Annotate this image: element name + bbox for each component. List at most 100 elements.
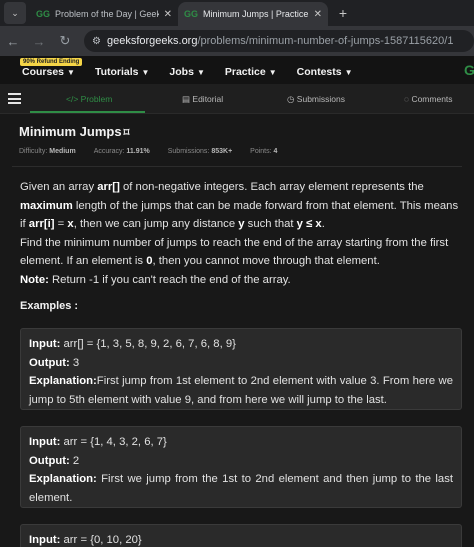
hamburger-menu-icon[interactable] <box>8 93 21 104</box>
example-explanation: Explanation: First we jump from the 1st … <box>29 470 453 507</box>
example-input: Input: arr = {0, 10, 20} <box>29 531 453 547</box>
tab-editorial[interactable]: ▤ Editorial <box>182 94 223 105</box>
gfg-favicon-icon: GG <box>36 9 51 19</box>
input-label: Input: <box>29 534 61 546</box>
close-icon[interactable]: ✕ <box>164 9 172 20</box>
example-input: Input: arr = {1, 4, 3, 2, 6, 7} <box>29 433 453 452</box>
url-input[interactable]: ⚙ geeksforgeeks.org/problems/minimum-num… <box>84 30 474 52</box>
points: Points: 4 <box>250 148 277 155</box>
tab-problem[interactable]: </> Problem <box>66 94 112 104</box>
input-label: Input: <box>29 338 61 350</box>
active-tab-indicator <box>30 111 145 113</box>
chevron-down-icon: ▼ <box>67 68 75 77</box>
tab-search-button[interactable]: ⌄ <box>4 2 26 24</box>
text: such that <box>244 218 297 230</box>
input-value: arr[] = {1, 3, 5, 8, 9, 2, 6, 7, 6, 8, 9… <box>60 338 236 350</box>
accuracy: Accuracy: 11.91% <box>94 148 150 155</box>
new-tab-button[interactable]: + <box>332 2 354 24</box>
problem-title: Minimum Jumps <box>19 124 122 139</box>
nav-courses[interactable]: Courses ▼ <box>22 66 75 78</box>
nav-label: Contests <box>296 66 342 78</box>
text: . <box>321 218 325 230</box>
accuracy-value: 11.91% <box>126 148 150 155</box>
text: of non-negative integers. Each array ele… <box>119 181 424 193</box>
submissions-value: 853K+ <box>211 148 233 155</box>
text: Given an array <box>20 181 98 193</box>
chevron-down-icon: ▼ <box>268 68 277 77</box>
difficulty: Difficulty: Medium <box>19 148 76 155</box>
close-icon[interactable]: ✕ <box>314 9 322 20</box>
site-nav: 90% Refund Ending Courses ▼ Tutorials ▼ Jo… <box>0 56 474 84</box>
comment-icon: ◌ <box>404 94 410 104</box>
forward-arrow-icon[interactable]: → <box>32 34 46 49</box>
explanation-label: Explanation: <box>29 375 97 387</box>
tab-comments[interactable]: ◌ Comments <box>404 94 453 104</box>
gfg-favicon-icon: GG <box>184 9 199 19</box>
nav-practice[interactable]: Practice ▼ <box>225 66 277 78</box>
bookmark-icon[interactable]: ⌑ <box>124 127 130 139</box>
text-bold: arr[] <box>97 181 120 193</box>
input-label: Input: <box>29 436 61 448</box>
example-box: Input: arr = {0, 10, 20} <box>20 524 462 547</box>
output-label: Output: <box>29 356 70 369</box>
points-value: 4 <box>273 148 278 155</box>
example-box: Input: arr[] = {1, 3, 5, 8, 9, 2, 6, 7, … <box>20 328 462 410</box>
problem-meta: Difficulty: Medium Accuracy: 11.91% Subm… <box>19 148 277 155</box>
nav-jobs[interactable]: Jobs ▼ <box>169 66 204 78</box>
reload-icon[interactable]: ↻ <box>58 33 72 49</box>
submissions-count: Submissions: 853K+ <box>168 148 232 155</box>
code-icon: </> <box>66 94 79 104</box>
chevron-down-icon: ▼ <box>141 68 150 77</box>
gfg-logo-icon[interactable]: G <box>464 62 474 78</box>
browser-tab-active[interactable]: GG Minimum Jumps | Practice | Gee ✕ <box>178 2 328 26</box>
chevron-down-icon: ▼ <box>196 68 205 77</box>
text: = <box>54 218 68 230</box>
refund-badge[interactable]: 90% Refund Ending <box>20 58 83 66</box>
browser-tab-strip: ⌄ GG Problem of the Day | GeeksforG ✕ GG… <box>0 0 474 26</box>
input-value: arr = {1, 4, 3, 2, 6, 7} <box>60 436 167 448</box>
divider <box>12 166 462 167</box>
tab-label: Comments <box>411 94 453 104</box>
text-bold: maximum <box>20 199 73 212</box>
tab-title: Minimum Jumps | Practice | Gee <box>203 9 309 19</box>
input-value: arr = {0, 10, 20} <box>60 534 142 546</box>
meta-label: Accuracy: <box>93 148 125 155</box>
nav-label: Practice <box>224 66 266 78</box>
tab-label: Submissions <box>296 94 345 104</box>
text: , then we can jump any distance <box>73 218 239 230</box>
chevron-down-icon: ▼ <box>344 68 353 77</box>
note-label: Note: <box>20 273 49 286</box>
nav-contests[interactable]: Contests ▼ <box>297 66 353 78</box>
example-explanation: Explanation:First jump from 1st element … <box>29 372 453 409</box>
output-value: 3 <box>69 356 80 369</box>
nav-label: Jobs <box>169 66 194 78</box>
example-input: Input: arr[] = {1, 3, 5, 8, 9, 2, 6, 7, … <box>29 335 453 354</box>
example-output: Output: 3 <box>29 354 453 373</box>
site-info-icon[interactable]: ⚙ <box>92 36 101 47</box>
address-bar: ← → ↻ ⚙ geeksforgeeks.org/problems/minim… <box>0 26 474 56</box>
url-host: geeksforgeeks.org <box>106 35 198 47</box>
meta-label: Points: <box>250 148 272 155</box>
url-path: /problems/minimum-number-of-jumps-158711… <box>197 35 454 47</box>
tab-submissions[interactable]: ◷ Submissions <box>287 94 345 105</box>
chevron-down-icon: ⌄ <box>11 7 19 18</box>
note-text: Return -1 if you can't reach the end of … <box>48 273 291 286</box>
browser-tab[interactable]: GG Problem of the Day | GeeksforG ✕ <box>30 2 178 26</box>
tab-label: Editorial <box>192 94 224 104</box>
page-title: Minimum Jumps ⌑ <box>19 124 129 139</box>
meta-label: Difficulty: <box>19 148 48 155</box>
output-value: 2 <box>69 454 80 467</box>
problem-content: Minimum Jumps ⌑ Difficulty: Medium Accura… <box>0 114 474 547</box>
problem-tabs: </> Problem ▤ Editorial ◷ Submissions ◌ … <box>0 84 474 114</box>
document-icon: ▤ <box>182 94 191 104</box>
clock-icon: ◷ <box>287 94 295 104</box>
tab-title: Problem of the Day | GeeksforG <box>55 9 159 19</box>
nav-label: Courses <box>22 66 65 78</box>
explanation-label: Explanation: <box>29 473 97 485</box>
example-box: Input: arr = {1, 4, 3, 2, 6, 7} Output: … <box>20 426 462 508</box>
problem-description: Given an array arr[] of non-negative int… <box>20 178 462 289</box>
difficulty-value: Medium <box>49 148 76 155</box>
back-arrow-icon[interactable]: ← <box>6 34 20 49</box>
nav-tutorials[interactable]: Tutorials ▼ <box>95 66 149 78</box>
nav-label: Tutorials <box>94 66 139 78</box>
